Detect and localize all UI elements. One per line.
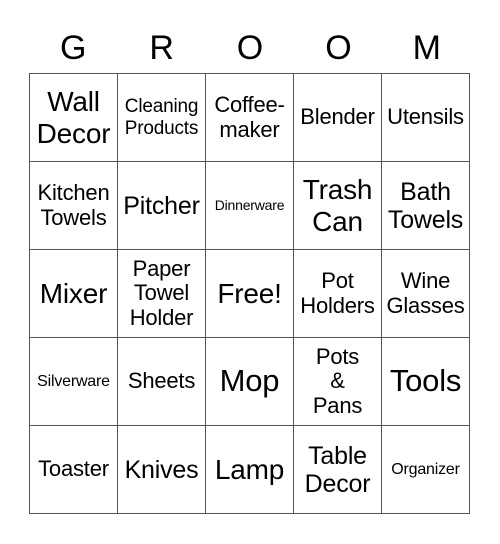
bingo-cell[interactable]: Blender — [294, 74, 382, 162]
header-letter: O — [325, 29, 352, 67]
header-letter: M — [412, 29, 441, 67]
bingo-cell[interactable]: Kitchen Towels — [30, 162, 118, 250]
bingo-cell[interactable]: Cleaning Products — [118, 74, 206, 162]
bingo-cell[interactable]: Trash Can — [294, 162, 382, 250]
bingo-cell[interactable]: Mixer — [30, 250, 118, 338]
bingo-header: G R O O M — [29, 24, 471, 72]
bingo-cell[interactable]: Lamp — [206, 426, 294, 514]
bingo-grid: Wall Decor Cleaning Products Coffee- maker… — [29, 73, 470, 514]
bingo-cell[interactable]: Toaster — [30, 426, 118, 514]
bingo-cell[interactable]: Silverware — [30, 338, 118, 426]
bingo-cell[interactable]: Utensils — [382, 74, 470, 162]
bingo-cell[interactable]: Bath Towels — [382, 162, 470, 250]
header-letter: G — [59, 29, 87, 67]
bingo-cell[interactable]: Knives — [118, 426, 206, 514]
bingo-cell[interactable]: Tools — [382, 338, 470, 426]
bingo-cell[interactable]: Table Decor — [294, 426, 382, 514]
free-space-cell[interactable]: Free! — [206, 250, 294, 338]
bingo-cell[interactable]: Coffee- maker — [206, 74, 294, 162]
bingo-cell[interactable]: Dinnerware — [206, 162, 294, 250]
bingo-cell[interactable]: Wine Glasses — [382, 250, 470, 338]
bingo-cell[interactable]: Paper Towel Holder — [118, 250, 206, 338]
bingo-cell[interactable]: Pots & Pans — [294, 338, 382, 426]
bingo-cell[interactable]: Wall Decor — [30, 74, 118, 162]
bingo-cell[interactable]: Mop — [206, 338, 294, 426]
bingo-cell[interactable]: Organizer — [382, 426, 470, 514]
bingo-cell[interactable]: Pot Holders — [294, 250, 382, 338]
header-letter: R — [149, 29, 174, 67]
bingo-cell[interactable]: Sheets — [118, 338, 206, 426]
header-letter: O — [236, 29, 264, 67]
bingo-cell[interactable]: Pitcher — [118, 162, 206, 250]
